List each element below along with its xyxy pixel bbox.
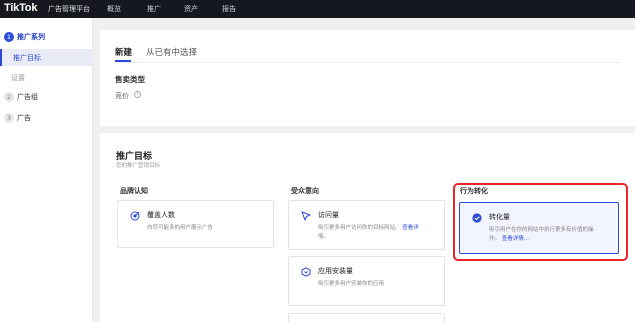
objective-option-traffic[interactable]: 访问量 吸引更多用户访问你的目标网站。 查看详 情。	[288, 200, 445, 250]
option-description: 向尽可能多的用户展示广告	[147, 225, 214, 231]
app-cube-icon	[301, 267, 311, 277]
sidebar-item-settings[interactable]: 设置	[0, 69, 93, 86]
objective-option-app-install[interactable]: 应用安装量 吸引更多用户安装你的应用	[288, 256, 445, 306]
objective-option-more[interactable]	[288, 313, 445, 322]
sidebar-item-objective[interactable]: 推广目标	[0, 49, 93, 66]
bid-label: 竞价	[115, 92, 129, 100]
sidebar-step-campaign[interactable]: 1 推广系列	[0, 28, 93, 46]
option-description-text: 情。	[318, 234, 330, 240]
option-title: 访问量	[318, 211, 339, 219]
nav-reports[interactable]: 报告	[222, 4, 236, 14]
sidebar-step-ad[interactable]: 3 广告	[0, 109, 93, 127]
column-title-awareness: 品牌认知	[120, 187, 148, 195]
objective-option-reach[interactable]: 覆盖人数 向尽可能多的用户展示广告	[117, 200, 274, 248]
tab-new[interactable]: 新建	[115, 46, 132, 58]
cursor-icon	[301, 211, 311, 221]
top-navigation-bar: TikTok 广告管理平台 概览 推广 资产 报告	[0, 0, 635, 18]
option-description-text: 吸引更多用户访问你的目标网站。	[318, 225, 401, 231]
platform-name: 广告管理平台	[48, 5, 90, 13]
option-description: 吸引更多用户访问你的目标网站。 查看详 情。	[318, 224, 419, 242]
section-subtitle: 您的推广营销目标	[116, 163, 161, 169]
nav-overview[interactable]: 概览	[107, 4, 121, 14]
option-title: 应用安装量	[318, 267, 353, 275]
sidebar-item-label: 推广目标	[13, 54, 41, 62]
view-details-link[interactable]: 查看详	[402, 225, 419, 231]
active-tab-indicator	[115, 60, 131, 62]
sidebar-step-label: 推广系列	[17, 33, 45, 41]
tab-select-existing[interactable]: 从已有中选择	[146, 46, 197, 58]
campaign-source-card: 新建 从已有中选择 售卖类型 竞价 ?	[100, 30, 635, 126]
column-title-consideration: 受众意向	[291, 187, 319, 195]
tiktok-logo[interactable]: TikTok	[4, 2, 37, 14]
nav-campaign[interactable]: 推广	[147, 4, 161, 14]
option-title: 覆盖人数	[147, 211, 175, 219]
option-description: 吸引更多用户安装你的应用	[318, 281, 385, 287]
sidebar-step-label: 广告组	[17, 93, 38, 101]
sidebar-step-adgroup[interactable]: 2 广告组	[0, 88, 93, 106]
sidebar-item-label: 设置	[11, 74, 25, 82]
step-number-badge: 2	[4, 92, 14, 102]
step-number-badge: 3	[4, 113, 14, 123]
step-number-badge: 1	[4, 32, 14, 42]
nav-assets[interactable]: 资产	[184, 4, 198, 14]
target-icon	[130, 211, 140, 221]
tabs-divider	[115, 62, 620, 63]
annotation-highlight-box	[453, 183, 628, 261]
sidebar: 1 推广系列 推广目标 设置 2 广告组 3 广告	[0, 18, 93, 322]
info-icon[interactable]: ?	[134, 91, 141, 98]
sell-type-title: 售卖类型	[115, 75, 145, 84]
sidebar-step-label: 广告	[17, 114, 31, 122]
